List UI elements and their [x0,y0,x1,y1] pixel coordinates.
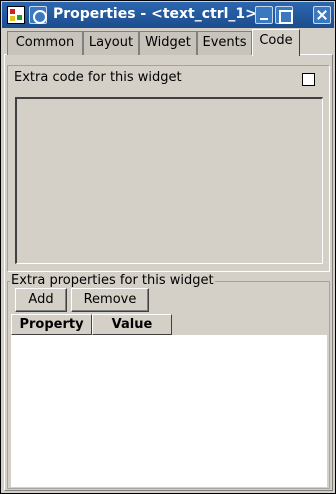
tab-events[interactable]: Events [197,31,252,55]
title-bar[interactable]: Properties - <text_ctrl_1> [2,2,334,28]
column-header-value[interactable]: Value [92,314,172,335]
app-icon [7,6,25,24]
extra-code-label: Extra code for this widget [14,70,182,85]
add-button[interactable]: Add [15,288,67,312]
tab-code[interactable]: Code [252,29,300,56]
grid-header: Property Value [11,314,327,335]
close-icon[interactable] [313,6,331,24]
properties-window: Properties - <text_ctrl_1> Common Layout… [0,0,336,494]
column-header-property[interactable]: Property [11,314,92,335]
properties-grid[interactable]: Property Value [11,314,327,487]
tab-layout[interactable]: Layout [83,31,139,55]
extra-properties-legend: Extra properties for this widget [10,273,215,288]
window-menu-icon[interactable] [29,6,47,24]
minimize-icon[interactable] [255,6,273,24]
window-title: Properties - <text_ctrl_1> [53,6,257,22]
tab-bar: Common Layout Widget Events Code [4,29,334,56]
tab-widget[interactable]: Widget [139,31,197,55]
remove-button[interactable]: Remove [71,288,149,312]
maximize-icon[interactable] [275,6,293,24]
extra-code-textarea[interactable] [15,97,323,264]
tab-common[interactable]: Common [7,31,83,55]
extra-code-checkbox[interactable] [302,73,315,86]
